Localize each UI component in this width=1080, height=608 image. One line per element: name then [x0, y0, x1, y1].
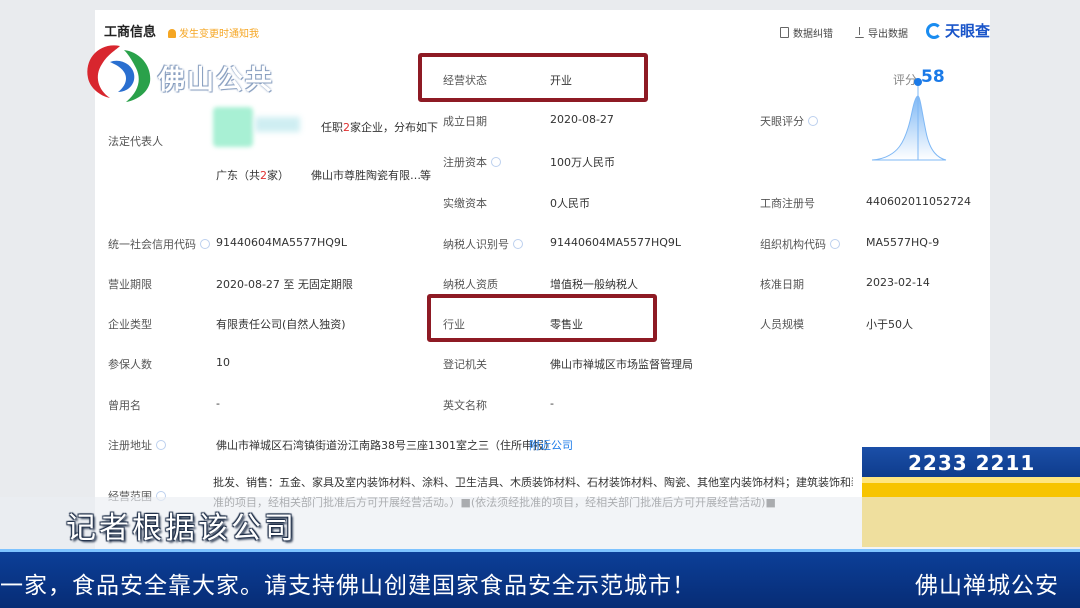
ticker-text-right: 佛山禅城公安 [915, 573, 1059, 599]
help-icon [808, 116, 818, 126]
channel-logo-text: 佛山公共 [158, 65, 274, 96]
subtitle-text: 记者根据该公司 [66, 511, 297, 546]
help-icon [200, 239, 210, 249]
type-label: 企业类型 [108, 318, 152, 331]
capital-label: 注册资本 [443, 154, 501, 170]
blurred-name [255, 117, 300, 132]
legal-rep-label: 法定代表人 [108, 135, 163, 148]
hotline-number: 2233 2211 [862, 447, 1080, 477]
staff-label: 人员规模 [760, 318, 804, 331]
tax-qual-label: 纳税人资质 [443, 278, 498, 291]
founded-value: 2020-08-27 [550, 113, 614, 126]
legal-rep-region[interactable]: 广东（共2家） [216, 167, 289, 183]
authority-label: 登记机关 [443, 358, 487, 371]
help-icon [491, 157, 501, 167]
ticker-text: 一家，食品安全靠大家。请支持佛山创建国家食品安全示范城市！ [0, 573, 696, 599]
legal-rep-etc: 等 [420, 169, 431, 182]
blurred-avatar [213, 107, 253, 147]
export-button[interactable]: 导出数据 [855, 25, 908, 40]
insured-label: 参保人数 [108, 358, 152, 371]
authority-value: 佛山市禅城区市场监督管理局 [550, 358, 693, 371]
paid-label: 实缴资本 [443, 197, 487, 210]
section-title: 工商信息 [104, 25, 157, 40]
nearby-companies-link[interactable]: 附近公司 [529, 437, 573, 453]
type-value: 有限责任公司(自然人独资) [216, 318, 346, 331]
org-code-value: MA5577HQ-9 [866, 236, 940, 249]
taxpayer-id-value: 91440604MA5577HQ9L [550, 236, 682, 249]
approve-value: 2023-02-14 [866, 276, 930, 289]
paid-value: 0人民币 [550, 197, 590, 210]
credit-label: 统一社会信用代码 [108, 236, 210, 252]
tianyancha-icon [925, 22, 942, 39]
insured-value: 10 [216, 356, 230, 369]
download-icon [855, 27, 864, 38]
channel-logo-icon [87, 45, 151, 102]
reg-no-label: 工商注册号 [760, 197, 815, 210]
industry-highlight-box [427, 294, 657, 342]
reg-no-value: 440602011052724 [866, 195, 971, 208]
taxpayer-id-label: 纳税人识别号 [443, 236, 523, 252]
score-label: 天眼评分 [760, 113, 818, 129]
document-icon [780, 27, 789, 38]
legal-rep-company[interactable]: 佛山市尊胜陶瓷有限… [311, 167, 421, 183]
approve-label: 核准日期 [760, 278, 804, 291]
org-code-label: 组织机构代码 [760, 236, 840, 252]
notify-link[interactable]: 发生变更时通知我 [168, 25, 259, 40]
hotline-bar [862, 477, 1080, 483]
staff-value: 小于50人 [866, 318, 913, 331]
period-value: 2020-08-27 至 无固定期限 [216, 278, 353, 291]
period-label: 营业期限 [108, 278, 152, 291]
score-distribution-icon [871, 78, 947, 161]
credit-value: 91440604MA5577HQ9L [216, 236, 348, 249]
section-header: 工商信息 发生变更时通知我 数据纠错 导出数据 天眼查 [100, 18, 990, 48]
former-value: - [216, 397, 220, 410]
address-value: 佛山市禅城区石湾镇街道汾江南路38号三座1301室之三（住所申报） [216, 439, 555, 452]
help-icon [156, 440, 166, 450]
bell-icon [168, 29, 176, 38]
former-label: 曾用名 [108, 399, 141, 412]
address-label: 注册地址 [108, 437, 166, 453]
founded-label: 成立日期 [443, 115, 487, 128]
english-value: - [550, 397, 554, 410]
tax-qual-value: 增值税一般纳税人 [550, 278, 638, 291]
english-label: 英文名称 [443, 399, 487, 412]
help-icon [830, 239, 840, 249]
capital-value: 100万人民币 [550, 156, 615, 169]
status-highlight-box [418, 53, 648, 102]
legal-rep-summary: 任职2家企业，分布如下 [321, 121, 438, 134]
help-icon [513, 239, 523, 249]
tianyancha-logo: 天眼查 [925, 20, 990, 41]
feedback-button[interactable]: 数据纠错 [780, 25, 833, 40]
